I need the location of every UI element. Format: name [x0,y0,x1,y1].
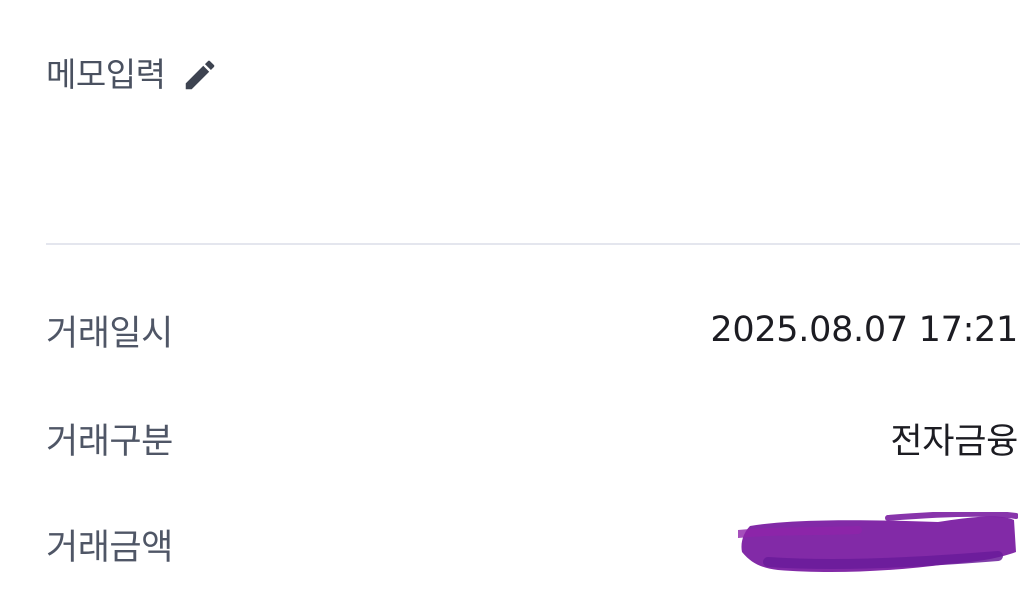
transaction-amount-label: 거래금액 [46,527,173,568]
transaction-datetime-row: 거래일시 2025.08.07 17:21 [46,302,1018,358]
pencil-icon[interactable] [181,56,219,94]
memo-input-button[interactable]: 메모입력 [46,52,219,98]
memo-input-label: 메모입력 [46,55,166,94]
transaction-type-row: 거래구분 전자금융 [46,410,1018,466]
transaction-type-value: 전자금융 [890,421,1018,462]
transaction-amount-row: 거래금액 [46,512,1018,572]
transaction-datetime-value: 2025.08.07 17:21 [710,310,1018,350]
transaction-type-label: 거래구분 [46,421,173,462]
amount-redaction-mark [738,512,1018,572]
section-divider [46,243,1020,245]
transaction-datetime-label: 거래일시 [46,313,173,354]
